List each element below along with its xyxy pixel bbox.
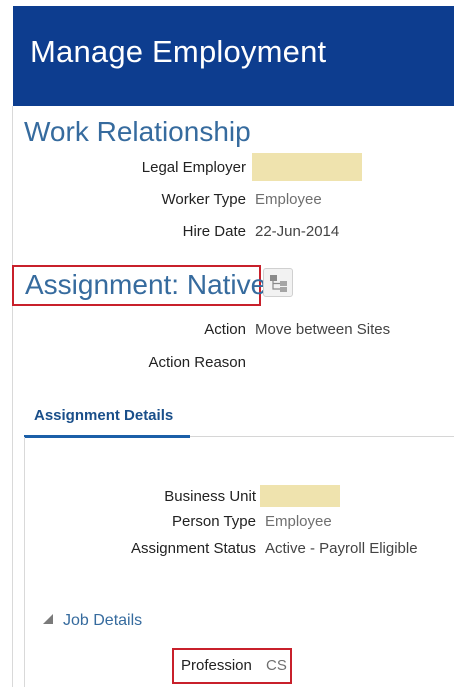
legal-employer-row: Legal Employer [0,153,468,181]
tab-assignment-details[interactable]: Assignment Details [24,402,190,438]
page-header-banner: Manage Employment [13,6,454,106]
hire-date-label: Hire Date [182,223,246,240]
action-label: Action [204,321,246,338]
tab-panel-border [24,437,25,687]
page-title: Manage Employment [30,34,327,69]
assignment-status-value: Active - Payroll Eligible [265,540,418,557]
profession-label: Profession [181,657,252,674]
action-row: Action Move between Sites [0,319,468,341]
assignment-heading: Assignment: Native [25,269,267,300]
legal-employer-label: Legal Employer [141,159,246,176]
tab-assignment-details-label: Assignment Details [34,407,174,424]
business-unit-label: Business Unit [164,488,256,505]
job-details-title: Job Details [63,612,143,629]
worker-type-label: Worker Type [161,191,246,208]
action-reason-row: Action Reason [0,352,468,374]
org-chart-icon [270,275,287,292]
org-chart-button[interactable] [263,268,293,297]
person-type-value: Employee [265,513,332,530]
hire-date-value: 22-Jun-2014 [255,223,340,240]
assignment-status-row: Assignment Status Active - Payroll Eligi… [0,538,468,560]
person-type-label: Person Type [172,513,256,530]
work-relationship-heading: Work Relationship [24,116,251,147]
worker-type-row: Worker Type Employee [0,189,468,211]
action-value: Move between Sites [255,321,391,338]
worker-type-value: Employee [255,191,322,208]
action-reason-label: Action Reason [148,354,246,371]
business-unit-value-redacted [260,485,340,507]
profession-value: CS [266,657,287,674]
assignment-status-label: Assignment Status [130,540,256,557]
profession-highlight: Profession CS [172,648,292,684]
collapse-triangle-icon [43,614,53,624]
person-type-row: Person Type Employee [0,511,468,533]
legal-employer-value-redacted [252,153,362,181]
tab-bar: Assignment Details [24,402,454,438]
business-unit-row: Business Unit [0,485,468,508]
assignment-heading-highlight: Assignment: Native [12,265,266,306]
hire-date-row: Hire Date 22-Jun-2014 [0,221,468,243]
